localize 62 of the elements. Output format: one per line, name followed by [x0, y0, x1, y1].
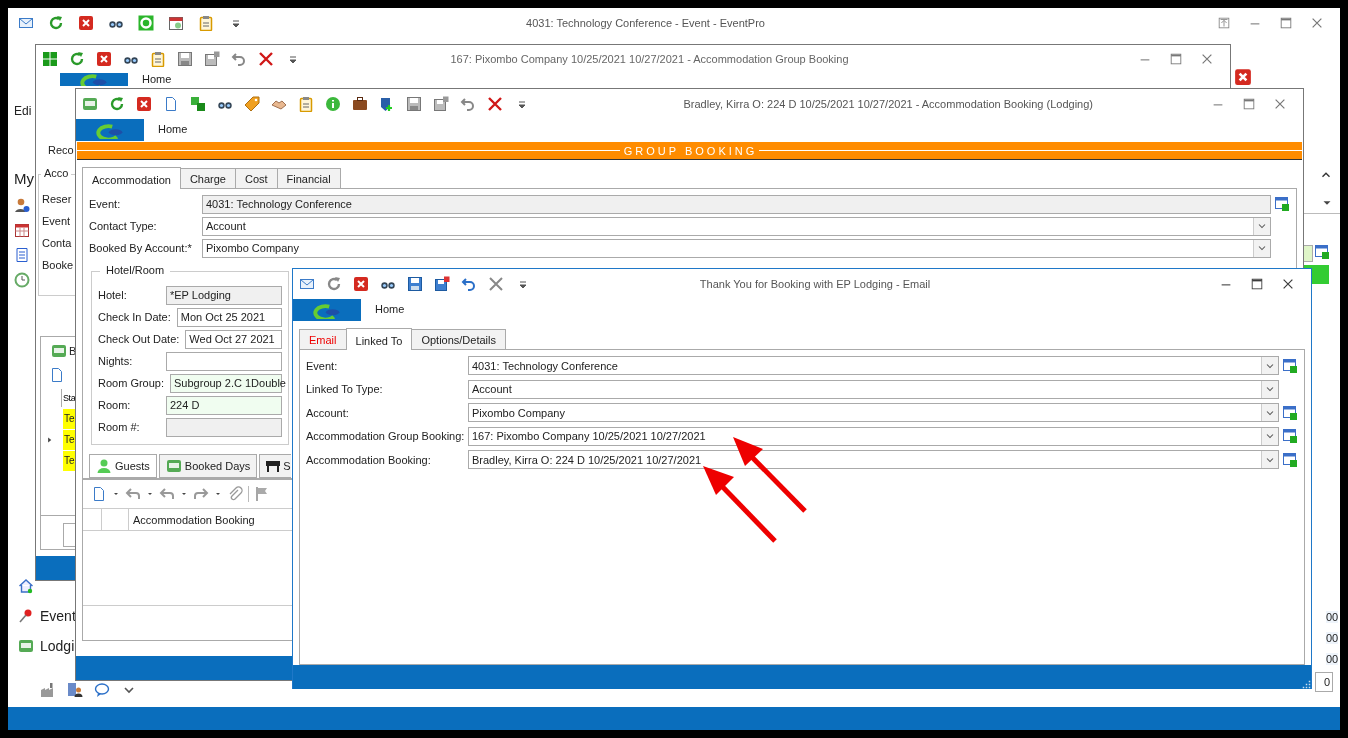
tab[interactable]: Booked Days	[158, 454, 258, 478]
field-label: Event:	[89, 198, 122, 210]
tab[interactable]: Options/Details	[411, 329, 506, 349]
nav-item[interactable]: Lodgi	[18, 638, 76, 654]
tab[interactable]: Guests	[89, 454, 157, 478]
ribbon-tab[interactable]: Home	[144, 119, 200, 141]
panel-heading: My	[14, 170, 35, 187]
input-field[interactable]: 4031: Technology Conference	[202, 194, 1271, 214]
tab[interactable]: Charge	[179, 168, 236, 188]
field-label: Event	[42, 215, 71, 227]
field-label: Room #:	[98, 421, 141, 433]
field-label: Contact Type:	[89, 220, 158, 232]
list-value: 00	[1326, 653, 1339, 665]
window-title: 167: Pixombo Company 10/25/2021 10/27/2021 - Accommodation Group Booking	[449, 53, 850, 65]
tab[interactable]: Cost	[234, 168, 278, 188]
field-label: Accommodation Group Booking:	[306, 430, 466, 443]
group-title: Acco	[41, 167, 72, 179]
input-field[interactable]: 224 D	[166, 395, 282, 415]
dropdown-field[interactable]: Bradley, Kirra O: 224 D 10/25/2021 10/27/2021	[468, 450, 1279, 470]
dropdown-field[interactable]: Pixombo Company	[202, 238, 1271, 258]
field-label: Room Group:	[98, 377, 165, 389]
field-label: Hotel:	[98, 289, 128, 301]
field-label: Account:	[306, 406, 350, 419]
tab[interactable]: Financial	[276, 168, 341, 188]
field-label: Accommodation Booking:	[306, 453, 432, 466]
date-field[interactable]: Wed Oct 27 2021	[185, 329, 282, 349]
window-title: Thank You for Booking with EP Lodging - Email	[698, 278, 932, 290]
group-title: Hotel/Room	[100, 264, 171, 276]
ribbon-tab[interactable]: Home	[361, 299, 417, 321]
ribbon-tab[interactable]: Home	[128, 73, 184, 86]
field-label: Nights:	[98, 355, 134, 367]
field-label: Event:	[306, 359, 339, 372]
tab[interactable]: Reco	[48, 144, 74, 156]
field-label: Linked To Type:	[306, 383, 384, 396]
tab[interactable]: Email	[299, 329, 347, 349]
field-label: Check In Date:	[98, 311, 171, 323]
window-title: Bradley, Kirra O: 224 D 10/25/2021 10/27/2021 - Accommodation Booking (Lodging)	[682, 98, 1094, 110]
column-header: Accommodation Booking	[132, 513, 255, 526]
field-label: Booke	[42, 259, 74, 271]
dropdown-field[interactable]: Account	[468, 379, 1279, 399]
dropdown-field[interactable]: 167: Pixombo Company 10/25/2021 10/27/2021	[468, 426, 1279, 446]
field-label: Check Out Date:	[98, 333, 180, 345]
date-field[interactable]: Mon Oct 25 2021	[176, 307, 282, 327]
field-label: Conta	[42, 237, 72, 249]
input-field[interactable]: 0	[1315, 672, 1333, 692]
dropdown-field[interactable]: Pixombo Company	[468, 403, 1279, 423]
window-title: 4031: Technology Conference - Event - EventPro	[525, 17, 766, 29]
field-label: Reser	[42, 193, 72, 205]
dropdown-field[interactable]: Account	[202, 216, 1271, 236]
tab[interactable]: S	[259, 454, 291, 478]
ribbon-button-label: Edi	[14, 104, 33, 118]
list-value: 00	[1326, 632, 1339, 644]
tab[interactable]: B	[69, 345, 77, 357]
banner-title: GROUP BOOKING	[622, 144, 759, 157]
field-label: Room:	[98, 399, 132, 411]
list-value: 00	[1326, 611, 1339, 623]
tab[interactable]: Linked To	[345, 328, 413, 350]
field-label: Booked By Account:*	[89, 242, 193, 254]
tab[interactable]: Accommodation	[82, 167, 181, 189]
nav-item[interactable]: Event	[18, 608, 76, 624]
input-field[interactable]: *EP Lodging	[166, 285, 282, 305]
dropdown-field[interactable]: 4031: Technology Conference	[468, 356, 1279, 376]
